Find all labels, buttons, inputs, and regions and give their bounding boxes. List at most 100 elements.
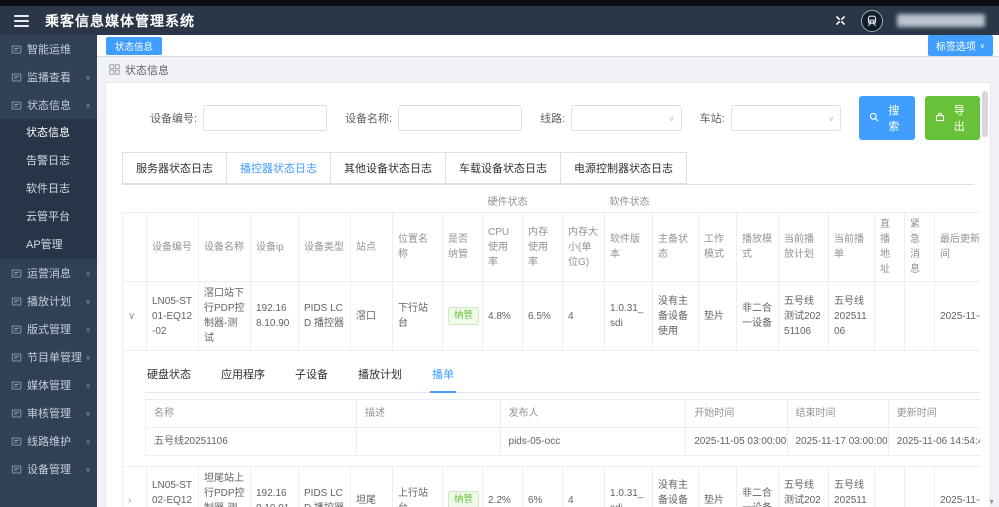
sidebar-item-2[interactable]: 状态信息∧ (0, 91, 97, 119)
column-header-8: 内存使用率 (523, 213, 563, 282)
device-no-input[interactable] (203, 105, 327, 131)
detail-tab-0[interactable]: 硬盘状态 (145, 363, 193, 392)
detail-cell-value: 2025-11-06 14:54:44 (888, 427, 980, 455)
filter-bar: 设备编号: 设备名称: 线路: ∨ 车站: ∨ 搜索 导出 (106, 83, 990, 152)
table-cell: 没有主备设备使用 (653, 466, 699, 507)
scrollbar-thumb[interactable] (982, 91, 988, 137)
column-header-5: 位置名称 (393, 213, 443, 282)
chevron-down-icon: ∨ (669, 114, 675, 123)
device-name-input[interactable] (398, 105, 522, 131)
sidebar-submenu: 状态信息告警日志软件日志云管平台AP管理 (0, 119, 97, 259)
chevron-down-icon: ∨ (85, 409, 91, 416)
table-cell: 6.5% (523, 282, 563, 351)
search-icon (869, 112, 879, 125)
managed-status-badge: 纳管 (448, 307, 479, 325)
table-cell: 4.8% (483, 282, 523, 351)
table-cell: PIDS LCD 播控器 (299, 466, 351, 507)
table-cell (905, 466, 935, 507)
hardware-status-group-header: 硬件状态 (483, 189, 605, 213)
avatar-train-icon[interactable] (861, 10, 883, 32)
tab-3[interactable]: 车载设备状态日志 (446, 152, 561, 184)
tab-0[interactable]: 服务器状态日志 (122, 152, 227, 184)
smart-ops-icon (11, 44, 22, 55)
sidebar-subitem-0[interactable]: 状态信息 (0, 119, 97, 147)
table-cell: 2025-11-06 16: (935, 282, 980, 351)
sidebar-item-1[interactable]: 监播查看∨ (0, 63, 97, 91)
table-cell: 五号线测试20251106 (779, 282, 829, 351)
monitor-view-icon (11, 72, 22, 83)
fullscreen-icon[interactable] (834, 14, 847, 27)
line-select[interactable]: ∨ (571, 105, 681, 131)
table-cell: 2025-11-06 16: (935, 466, 980, 507)
detail-cell-value: 五号线20251106 (146, 427, 357, 455)
chevron-up-icon: ∧ (85, 101, 91, 108)
tag-options-button[interactable]: 标签选项 ∨ (928, 35, 993, 56)
line-maintenance-icon (11, 436, 22, 447)
status-card: 设备编号: 设备名称: 线路: ∨ 车站: ∨ 搜索 导出 (105, 82, 991, 507)
sidebar-item-label: 线路维护 (27, 433, 85, 449)
sidebar-item-7[interactable]: 媒体管理∨ (0, 371, 97, 399)
detail-tab-2[interactable]: 子设备 (293, 363, 330, 392)
row-detail-panel: 硬盘状态应用程序子设备播放计划播单名称描述发布人开始时间结束时间更新时间五号线2… (123, 351, 980, 466)
sidebar-item-10[interactable]: 设备管理∨ (0, 455, 97, 483)
sidebar-item-label: 状态信息 (27, 97, 85, 113)
collapse-row-toggle[interactable]: ∨ (123, 282, 147, 351)
tag-status-info[interactable]: 状态信息 (106, 37, 162, 55)
table-cell: 4 (563, 282, 605, 351)
detail-tab-4[interactable]: 播单 (430, 363, 456, 393)
table-cell: 垫片 (699, 282, 737, 351)
sidebar-subitem-1[interactable]: 告警日志 (0, 147, 97, 175)
software-status-group-header: 软件状态 (605, 189, 980, 213)
export-button[interactable]: 导出 (925, 96, 980, 140)
empty-group-header (123, 189, 483, 213)
table-cell: 2.2% (483, 466, 523, 507)
table-cell: LN05-ST01-EQ12-02 (147, 282, 199, 351)
sidebar-subitem-4[interactable]: AP管理 (0, 231, 97, 259)
sidebar-item-label: 媒体管理 (27, 377, 85, 393)
station-select[interactable]: ∨ (731, 105, 841, 131)
search-button[interactable]: 搜索 (859, 96, 914, 140)
table-cell: 非二合一设备 (737, 282, 779, 351)
chevron-down-icon: ∨ (85, 297, 91, 304)
detail-cell-value: 2025-11-05 03:00:00 (686, 427, 787, 455)
hamburger-menu-icon[interactable] (14, 15, 29, 27)
tab-4[interactable]: 电源控制器状态日志 (561, 152, 687, 184)
column-header-12: 工作模式 (699, 213, 737, 282)
sidebar-item-label: 审核管理 (27, 405, 85, 421)
sidebar-item-6[interactable]: 节目单管理∨ (0, 343, 97, 371)
column-header-14: 当前播放计划 (779, 213, 829, 282)
sidebar-item-3[interactable]: 运营消息∨ (0, 259, 97, 287)
status-log-tabs: 服务器状态日志播控器状态日志其他设备状态日志车载设备状态日志电源控制器状态日志 (122, 152, 974, 185)
table-cell: 上行站台 (393, 466, 443, 507)
scroll-down-arrow[interactable]: ▼ (988, 499, 995, 506)
playlist-table: 名称描述发布人开始时间结束时间更新时间五号线20251106pids-05-oc… (145, 399, 980, 456)
column-header-13: 播放模式 (737, 213, 779, 282)
sidebar-subitem-3[interactable]: 云管平台 (0, 203, 97, 231)
chevron-down-icon: ∨ (85, 269, 91, 276)
expand-row-toggle[interactable]: › (123, 466, 147, 507)
app-title: 乘客信息媒体管理系统 (45, 11, 195, 31)
tab-2[interactable]: 其他设备状态日志 (331, 152, 446, 184)
detail-cell: 硬盘状态应用程序子设备播放计划播单名称描述发布人开始时间结束时间更新时间五号线2… (123, 351, 981, 467)
sidebar-item-label: 节目单管理 (27, 349, 85, 365)
operation-message-icon (11, 268, 22, 279)
table-cell: 1.0.31_sdi (605, 282, 653, 351)
chevron-down-icon: ∨ (85, 73, 91, 80)
grid-icon (109, 64, 120, 75)
sidebar-item-8[interactable]: 审核管理∨ (0, 399, 97, 427)
sidebar-item-0[interactable]: 智能运维 (0, 35, 97, 63)
detail-tabs: 硬盘状态应用程序子设备播放计划播单 (145, 359, 980, 393)
detail-tab-1[interactable]: 应用程序 (219, 363, 267, 392)
tagbar: 状态信息 标签选项 ∨ (97, 35, 999, 57)
sidebar-subitem-2[interactable]: 软件日志 (0, 175, 97, 203)
program-list-icon (11, 352, 22, 363)
sidebar-item-4[interactable]: 播放计划∨ (0, 287, 97, 315)
sidebar-item-9[interactable]: 线路维护∨ (0, 427, 97, 455)
sidebar-item-5[interactable]: 版式管理∨ (0, 315, 97, 343)
device-manage-icon (11, 464, 22, 475)
detail-tab-3[interactable]: 播放计划 (356, 363, 404, 392)
tab-1[interactable]: 播控器状态日志 (227, 152, 331, 184)
play-plan-icon (11, 296, 22, 307)
column-header-15: 当前播单 (829, 213, 875, 282)
column-header-9: 内存大小(单位G) (563, 213, 605, 282)
